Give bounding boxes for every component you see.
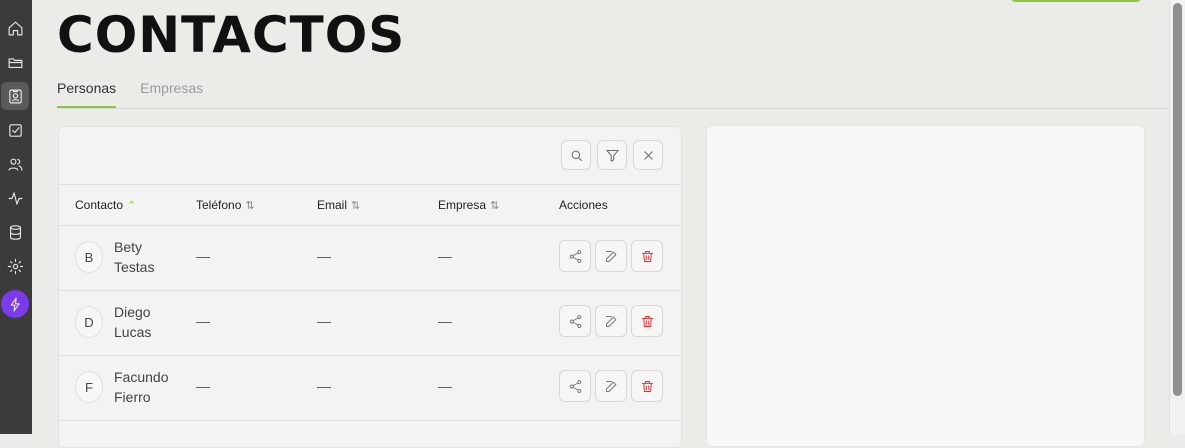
edit-icon	[605, 315, 616, 327]
email-cell: —	[317, 313, 331, 329]
folder-icon[interactable]	[1, 48, 29, 76]
contact-first-name: Diego	[114, 304, 151, 320]
delete-button[interactable]	[631, 305, 663, 337]
contact-last-name: Lucas	[114, 324, 152, 340]
edit-button[interactable]	[595, 305, 627, 337]
edit-button[interactable]	[595, 240, 627, 272]
contacts-icon[interactable]	[1, 82, 29, 110]
tabs: Personas Empresas	[57, 80, 227, 108]
sort-icon: ⇅	[245, 199, 255, 212]
search-icon	[571, 150, 582, 161]
table-row[interactable]: D Diego Lucas — — —	[59, 290, 681, 355]
trash-icon	[641, 380, 653, 392]
scroll-thumb[interactable]	[1173, 3, 1182, 396]
contact-last-name: Testas	[114, 259, 155, 275]
primary-action-button[interactable]	[1010, 0, 1142, 2]
contact-first-name: Bety	[114, 239, 143, 255]
scrollbar[interactable]	[1169, 0, 1185, 434]
tabs-divider	[57, 108, 1169, 109]
column-header-email[interactable]: Email ⇅	[317, 198, 360, 212]
contact-first-name: Facundo	[114, 369, 169, 385]
phone-cell: —	[196, 378, 210, 394]
divider	[59, 184, 681, 185]
close-icon	[643, 150, 653, 160]
company-cell: —	[438, 378, 452, 394]
share-icon	[569, 379, 581, 393]
phone-cell: —	[196, 248, 210, 264]
column-label: Acciones	[559, 198, 608, 212]
sidebar	[0, 0, 32, 434]
sort-icon: ⇅	[490, 199, 500, 212]
trash-icon	[641, 315, 653, 327]
clear-button[interactable]	[633, 140, 663, 170]
contact-name[interactable]: Facundo Fierro	[114, 367, 168, 407]
contact-name[interactable]: Diego Lucas	[114, 302, 151, 342]
delete-button[interactable]	[631, 370, 663, 402]
page-title: CONTACTOS	[57, 6, 406, 64]
share-icon	[569, 314, 581, 328]
table-row[interactable]: F Facundo Fierro — — —	[59, 355, 681, 420]
company-cell: —	[438, 248, 452, 264]
contact-detail-panel	[706, 125, 1145, 447]
share-button[interactable]	[559, 370, 591, 402]
avatar: D	[75, 306, 103, 338]
column-header-acciones: Acciones	[559, 198, 608, 212]
contact-last-name: Fierro	[114, 389, 151, 405]
column-label: Email	[317, 198, 348, 212]
edit-icon	[605, 250, 616, 262]
table-row[interactable]: B Bety Testas — — —	[59, 225, 681, 290]
tab-empresas[interactable]: Empresas	[140, 80, 203, 108]
column-label: Teléfono	[196, 198, 242, 212]
sort-icon: ⇅	[351, 199, 361, 212]
phone-cell: —	[196, 313, 210, 329]
edit-button[interactable]	[595, 370, 627, 402]
avatar: F	[75, 371, 103, 403]
settings-icon[interactable]	[1, 252, 29, 280]
column-label: Contacto	[75, 198, 124, 212]
column-label: Empresa	[438, 198, 487, 212]
trash-icon	[641, 250, 653, 262]
column-header-telefono[interactable]: Teléfono ⇅	[196, 198, 255, 212]
bolt-icon[interactable]	[1, 290, 29, 318]
delete-button[interactable]	[631, 240, 663, 272]
sort-asc-icon: ⌃	[127, 199, 137, 212]
home-icon[interactable]	[1, 14, 29, 42]
edit-icon	[605, 380, 616, 392]
email-cell: —	[317, 248, 331, 264]
company-cell: —	[438, 313, 452, 329]
avatar: B	[75, 241, 103, 273]
activity-icon[interactable]	[1, 184, 29, 212]
tasks-icon[interactable]	[1, 116, 29, 144]
database-icon[interactable]	[1, 218, 29, 246]
share-icon	[569, 249, 581, 263]
column-header-empresa[interactable]: Empresa ⇅	[438, 198, 499, 212]
column-header-contacto[interactable]: Contacto ⌃	[75, 198, 136, 212]
share-button[interactable]	[559, 305, 591, 337]
filter-button[interactable]	[597, 140, 627, 170]
filter-icon	[605, 149, 619, 162]
divider	[59, 420, 681, 421]
email-cell: —	[317, 378, 331, 394]
contacts-table-card: Contacto ⌃ Teléfono ⇅ Email ⇅ Empresa ⇅ …	[58, 126, 682, 448]
share-button[interactable]	[559, 240, 591, 272]
contact-name[interactable]: Bety Testas	[114, 237, 154, 277]
search-button[interactable]	[561, 140, 591, 170]
users-icon[interactable]	[1, 150, 29, 178]
tab-personas[interactable]: Personas	[57, 80, 117, 108]
